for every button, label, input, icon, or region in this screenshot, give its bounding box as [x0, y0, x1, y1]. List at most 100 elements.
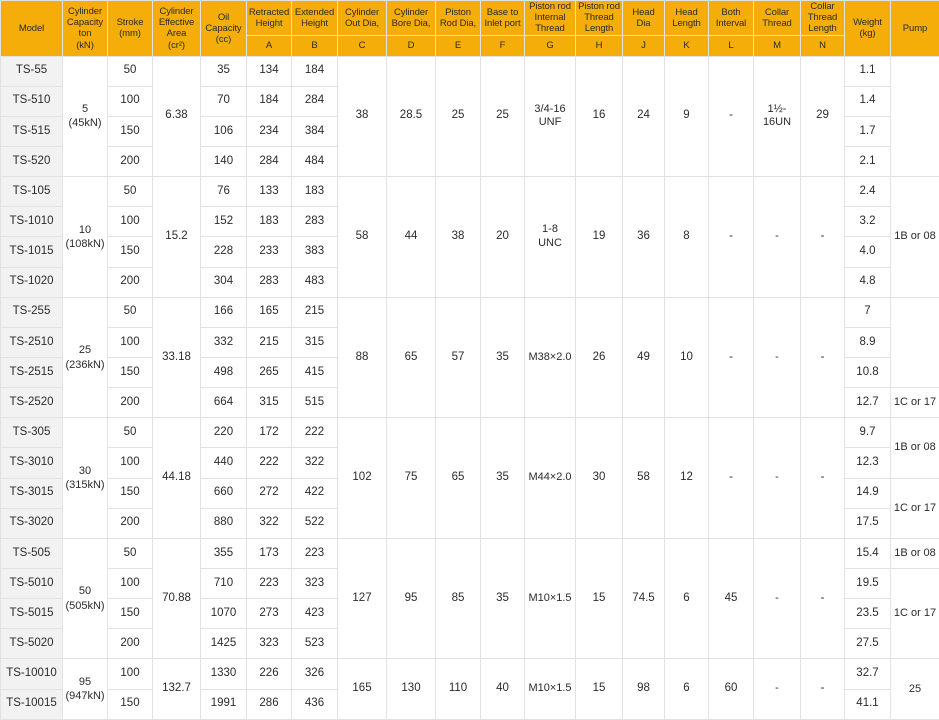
cell-collar-thread: -	[753, 176, 801, 298]
cell-oil-capacity: 440	[200, 447, 247, 479]
outdia-line-0: Cylinder	[344, 6, 380, 18]
cell-extended-height: 183	[291, 176, 338, 208]
weight-line-1: (kg)	[859, 28, 876, 40]
both-line-1: Interval	[715, 17, 747, 29]
capacity-line-1: Capacity	[66, 17, 104, 29]
cell-stroke: 200	[107, 507, 153, 539]
cell-model: TS-1015	[0, 236, 63, 268]
cell-base-to-inlet: 25	[480, 55, 525, 178]
effarea-line-3: (cr²)	[168, 39, 185, 51]
cell-rod-thread-length: 15	[575, 658, 623, 720]
cell-weight: 1.1	[844, 55, 891, 87]
cell-stroke: 100	[107, 567, 153, 600]
cell-stroke: 100	[107, 206, 153, 238]
cell-collar-thread-length: -	[800, 296, 845, 419]
cell-head-dia: 74.5	[622, 537, 665, 660]
col-letter-b: B	[291, 34, 338, 57]
cell-collar-thread: 1½- 16UN	[753, 55, 801, 178]
capacity-kn: (236kN)	[65, 358, 105, 371]
base-line-1: Inlet port	[484, 17, 521, 29]
cell-effective-area: 44.18	[152, 417, 201, 539]
cell-rod-internal-thread: 3/4-16 UNF	[524, 55, 576, 178]
cell-weight: 9.7	[844, 417, 891, 449]
cell-pump: 1B or 08	[890, 537, 939, 570]
cell-piston-rod-dia: 57	[435, 296, 481, 419]
cell-cylinder-out-dia: 38	[337, 55, 387, 178]
capacity-ton: 5	[81, 103, 89, 116]
cell-extended-height: 423	[291, 598, 338, 630]
cell-weight: 7	[844, 296, 891, 328]
cell-model: TS-10015	[0, 688, 63, 720]
cell-weight: 3.2	[844, 206, 891, 238]
cell-retracted-height: 223	[246, 567, 292, 600]
cell-weight: 1.7	[844, 115, 891, 148]
cell-collar-thread: -	[753, 537, 801, 660]
cell-rod-thread-length: 16	[575, 55, 623, 178]
oilcap-line-2: (cc)	[215, 33, 232, 45]
cell-stroke: 50	[107, 176, 153, 208]
cell-cylinder-bore-dia: 130	[386, 658, 436, 720]
cell-weight: 2.4	[844, 176, 891, 208]
rodint-line-2: Thread	[535, 23, 565, 35]
cell-cylinder-out-dia: 58	[337, 176, 387, 298]
cell-extended-height: 315	[291, 326, 338, 359]
cell-extended-height: 222	[291, 417, 338, 449]
retr-line-0: Retracted	[248, 6, 290, 18]
cell-oil-capacity: 140	[200, 146, 247, 178]
boredia-line-0: Cylinder	[393, 6, 429, 18]
cell-collar-thread-length: 29	[800, 55, 845, 178]
col-header-head-length: Head Length	[664, 0, 709, 36]
oilcap-line-1: Capacity	[205, 22, 242, 34]
cell-base-to-inlet: 40	[480, 658, 525, 720]
cell-rod-internal-thread: M10×1.5	[524, 658, 576, 720]
cell-stroke: 100	[107, 326, 153, 359]
cell-extended-height: 322	[291, 447, 338, 479]
cell-model: TS-5020	[0, 628, 63, 660]
cell-retracted-height: 183	[246, 206, 292, 238]
cell-cylinder-bore-dia: 95	[386, 537, 436, 660]
cell-head-length: 10	[664, 296, 709, 419]
headlen-line-0: Head	[675, 6, 698, 18]
capacity-kn: (45kN)	[68, 117, 102, 130]
cell-base-to-inlet: 20	[480, 176, 525, 298]
cell-model: TS-520	[0, 146, 63, 178]
cell-extended-height: 483	[291, 266, 338, 298]
col-letter-d: D	[386, 34, 436, 57]
cell-weight: 4.0	[844, 236, 891, 268]
rod-thread-line-1: UNF	[538, 116, 562, 129]
effarea-line-0: Cylinder	[159, 5, 194, 17]
cell-weight: 32.7	[844, 658, 891, 690]
capacity-line-3: (kN)	[76, 39, 94, 51]
col-header-capacity: Cylinder Capacity ton (kN)	[62, 0, 108, 57]
cell-rod-internal-thread: M38×2.0	[524, 296, 576, 419]
rodlen-line-1: Thread	[584, 12, 614, 24]
cell-stroke: 50	[107, 55, 153, 87]
cell-oil-capacity: 660	[200, 477, 247, 509]
col-header-head-dia: Head Dia	[622, 0, 665, 36]
cell-weight: 2.1	[844, 146, 891, 178]
cell-collar-thread-length: -	[800, 658, 845, 720]
col-letter-n: N	[800, 34, 845, 57]
header-row-labels: Model Cylinder Capacity ton (kN) Stroke …	[0, 0, 939, 57]
col-header-model-line-0: Model	[18, 22, 45, 34]
cell-both-interval: -	[708, 417, 754, 539]
cell-retracted-height: 226	[246, 658, 292, 690]
col-letter-h: H	[575, 34, 623, 57]
cell-weight: 4.8	[844, 266, 891, 298]
cell-piston-rod-dia: 85	[435, 537, 481, 660]
cell-stroke: 100	[107, 85, 153, 117]
cell-retracted-height: 172	[246, 417, 292, 449]
cell-head-dia: 49	[622, 296, 665, 419]
cell-effective-area: 70.88	[152, 537, 201, 660]
col-header-rod-thread-length: Piston rod Thread Length	[575, 0, 623, 36]
cell-oil-capacity: 1070	[200, 598, 247, 630]
effarea-line-2: Area	[166, 28, 187, 40]
roddia-line-0: Piston	[445, 6, 471, 18]
cell-model: TS-55	[0, 55, 63, 87]
capacity-kn: (947kN)	[65, 690, 105, 703]
cell-extended-height: 223	[291, 537, 338, 570]
cell-pump	[890, 296, 939, 389]
cell-both-interval: 60	[708, 658, 754, 720]
roddia-line-1: Rod Dia,	[439, 17, 477, 29]
cell-extended-height: 515	[291, 387, 338, 419]
